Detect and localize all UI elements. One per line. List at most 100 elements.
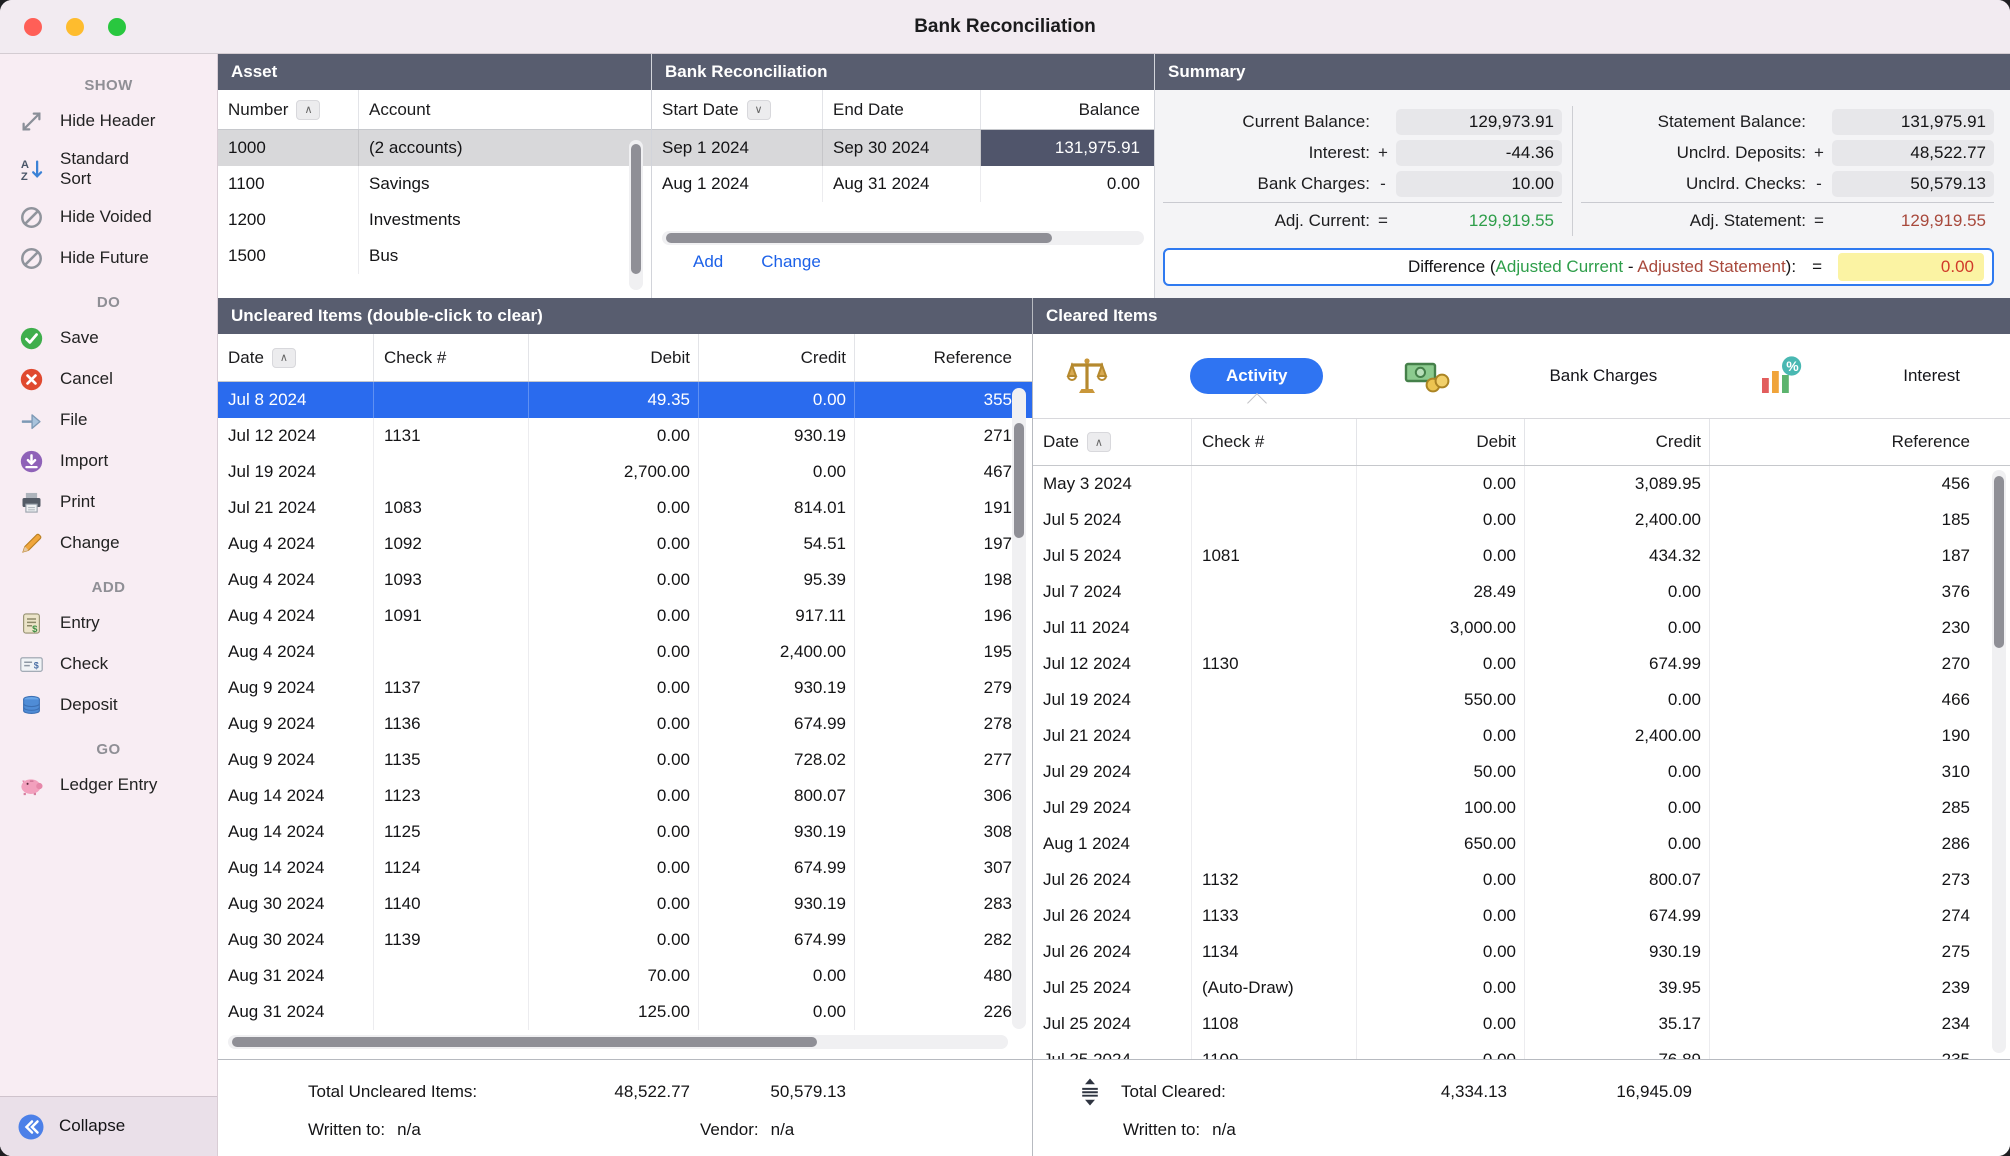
sort-ascending-icon[interactable]: ∧ [296,100,320,120]
sort-ascending-icon[interactable]: ∧ [1087,432,1111,452]
table-row[interactable]: Jul 11 20243,000.000.00230 [1033,610,2010,646]
table-row[interactable]: Jul 21 202410830.00814.01191 [218,490,1032,526]
sidebar-item-save[interactable]: Save [0,318,217,359]
table-row[interactable]: Aug 14 202411230.00800.07306 [218,778,1032,814]
table-row[interactable]: Aug 4 202410920.0054.51197 [218,526,1032,562]
table-row[interactable]: Jul 25 202411090.0076.89235 [1033,1042,2010,1059]
cell: 0.00 [528,922,698,958]
table-row[interactable]: Sep 1 2024Sep 30 2024131,975.91 [652,130,1154,166]
change-link[interactable]: Change [761,252,821,272]
sort-ascending-icon[interactable]: ∧ [272,348,296,368]
table-row[interactable]: Aug 4 202410910.00917.11196 [218,598,1032,634]
table-row[interactable]: Jul 29 202450.000.00310 [1033,754,2010,790]
asset-scrollbar[interactable] [629,140,643,290]
tab-interest[interactable]: Interest [1883,359,1980,393]
add-link[interactable]: Add [693,252,723,272]
close-button[interactable] [24,18,42,36]
sidebar-item-hide-future[interactable]: Hide Future [0,238,217,279]
table-row[interactable]: Aug 30 202411400.00930.19283 [218,886,1032,922]
scrollbar-thumb[interactable] [1014,423,1024,538]
column-header-number[interactable]: Number ∧ [218,90,358,129]
table-row[interactable]: Aug 9 202411350.00728.02277 [218,742,1032,778]
sidebar-item-cancel[interactable]: Cancel [0,359,217,400]
table-row[interactable]: 1500Bus [218,238,651,274]
table-row[interactable]: 1000(2 accounts) [218,130,651,166]
table-row[interactable]: Jul 26 202411320.00800.07273 [1033,862,2010,898]
zoom-button[interactable] [108,18,126,36]
column-header-start-date[interactable]: Start Date ∨ [652,90,822,129]
table-row[interactable]: Jul 12 202411300.00674.99270 [1033,646,2010,682]
table-row[interactable]: Aug 4 202410930.0095.39198 [218,562,1032,598]
tab-bank-charges[interactable]: Bank Charges [1529,359,1677,393]
cell: 0.00 [1356,970,1524,1006]
table-row[interactable]: Jul 21 20240.002,400.00190 [1033,718,2010,754]
sidebar-item-ledger-entry[interactable]: Ledger Entry [0,765,217,806]
sidebar-item-print[interactable]: Print [0,482,217,523]
uncleared-vscrollbar[interactable] [1012,388,1026,1029]
table-row[interactable]: May 3 20240.003,089.95456 [1033,466,2010,502]
table-row[interactable]: Aug 31 2024125.000.00226 [218,994,1032,1030]
column-header-account[interactable]: Account [358,90,651,129]
table-row[interactable]: Aug 4 20240.002,400.00195 [218,634,1032,670]
sidebar-item-import[interactable]: Import [0,441,217,482]
table-row[interactable]: Jul 25 2024(Auto-Draw)0.0039.95239 [1033,970,2010,1006]
column-header-check-number[interactable]: Check # [1191,419,1356,465]
svg-text:$: $ [32,624,38,635]
table-row[interactable]: Jul 8 202449.350.00355 [218,382,1032,418]
sidebar-item-check[interactable]: $Check [0,644,217,685]
table-row[interactable]: Jul 5 20240.002,400.00185 [1033,502,2010,538]
column-header-debit[interactable]: Debit [528,334,698,381]
column-header-debit[interactable]: Debit [1356,419,1524,465]
sidebar-item-hide-header[interactable]: Hide Header [0,101,217,142]
column-header-balance[interactable]: Balance [980,90,1154,129]
table-row[interactable]: Jul 26 202411340.00930.19275 [1033,934,2010,970]
column-header-reference[interactable]: Reference [854,334,1032,381]
uncleared-hscrollbar[interactable] [228,1035,1008,1049]
sidebar-collapse-button[interactable]: Collapse [0,1096,217,1156]
table-row[interactable]: Jul 7 202428.490.00376 [1033,574,2010,610]
sidebar-item-change[interactable]: Change [0,523,217,564]
table-row[interactable]: Aug 1 2024Aug 31 20240.00 [652,166,1154,202]
minimize-button[interactable] [66,18,84,36]
column-header-credit[interactable]: Credit [1524,419,1709,465]
column-header-credit[interactable]: Credit [698,334,854,381]
table-row[interactable]: Aug 14 202411240.00674.99307 [218,850,1032,886]
sidebar-item-deposit[interactable]: Deposit [0,685,217,726]
scrollbar-thumb[interactable] [666,233,1052,243]
column-header-date[interactable]: Date ∧ [1033,419,1191,465]
table-row[interactable]: Jul 5 202410810.00434.32187 [1033,538,2010,574]
tab-activity[interactable]: Activity [1190,358,1323,394]
table-row[interactable]: Aug 9 202411360.00674.99278 [218,706,1032,742]
table-row[interactable]: 1200Investments [218,202,651,238]
table-row[interactable]: Aug 31 202470.000.00480 [218,958,1032,994]
column-header-check-number[interactable]: Check # [373,334,528,381]
table-row[interactable]: Aug 9 202411370.00930.19279 [218,670,1032,706]
sidebar-item-entry[interactable]: $Entry [0,603,217,644]
table-row[interactable]: 1100Savings [218,166,651,202]
reconciliation-hscrollbar[interactable] [662,231,1144,245]
table-row[interactable]: Jul 19 2024550.000.00466 [1033,682,2010,718]
summary-panel-title: Summary [1168,62,1245,82]
sidebar-item-file[interactable]: File [0,400,217,441]
cell: Jul 7 2024 [1033,574,1191,610]
table-row[interactable]: Jul 29 2024100.000.00285 [1033,790,2010,826]
table-row[interactable]: Jul 12 202411310.00930.19271 [218,418,1032,454]
sidebar-item-standard-sort[interactable]: AZStandard Sort [0,142,217,197]
scrollbar-thumb[interactable] [1994,476,2004,648]
column-header-date[interactable]: Date ∧ [218,334,373,381]
table-row[interactable]: Jul 25 202411080.0035.17234 [1033,1006,2010,1042]
summary-operator: + [1806,143,1832,163]
table-row[interactable]: Aug 1 2024650.000.00286 [1033,826,2010,862]
table-row[interactable]: Aug 14 202411250.00930.19308 [218,814,1032,850]
cleared-vscrollbar[interactable] [1992,470,2006,1053]
table-row[interactable]: Jul 19 20242,700.000.00467 [218,454,1032,490]
table-row[interactable]: Jul 26 202411330.00674.99274 [1033,898,2010,934]
column-header-end-date[interactable]: End Date [822,90,980,129]
table-row[interactable]: Aug 30 202411390.00674.99282 [218,922,1032,958]
chevron-down-icon[interactable]: ∨ [747,100,771,120]
scrollbar-thumb[interactable] [631,144,641,274]
column-header-reference[interactable]: Reference [1709,419,2010,465]
cell: 1131 [373,418,528,454]
sidebar-item-hide-voided[interactable]: Hide Voided [0,197,217,238]
scrollbar-thumb[interactable] [232,1037,817,1047]
